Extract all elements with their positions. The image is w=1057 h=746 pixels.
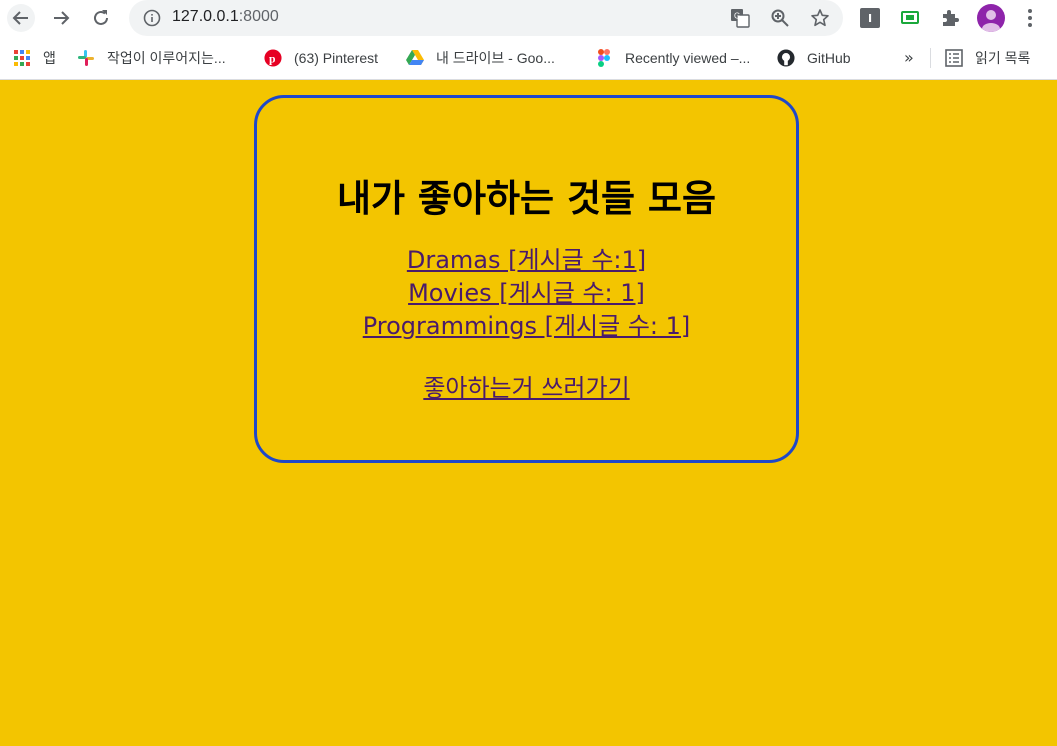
category-link-programmings[interactable]: Programmings [게시글 수: 1] [257,310,796,343]
translate-icon[interactable]: G [730,8,750,28]
browser-toolbar: 127.0.0.1:8000 G I [0,0,1057,36]
svg-text:p: p [269,53,276,66]
bookmark-star-icon[interactable] [810,8,830,28]
reload-icon [94,10,108,25]
extension-screen-button[interactable] [898,6,922,30]
url-text[interactable]: 127.0.0.1:8000 [172,8,279,26]
category-list: Dramas [게시글 수:1] Movies [게시글 수: 1] Progr… [257,244,796,343]
bookmark-label: 앱 [43,50,56,66]
bookmark-label: (63) Pinterest [294,50,379,66]
forward-button[interactable] [47,4,75,32]
user-icon [982,10,1000,32]
reload-button[interactable] [87,4,115,32]
reading-list-label: 읽기 목록 [975,50,1031,66]
reading-list-icon [945,49,963,67]
bookmark-google-drive[interactable]: 내 드라이브 - Goo... [406,46,555,70]
bookmark-slack[interactable]: 작업이 이루어지는... [77,46,226,70]
zoom-icon[interactable] [770,8,790,28]
figma-icon [595,49,613,67]
svg-text:G: G [734,12,740,21]
extension-instapaper-button[interactable]: I [858,6,882,30]
address-bar[interactable]: 127.0.0.1:8000 G [129,0,843,36]
bookmark-pinterest[interactable]: p (63) Pinterest [264,46,378,70]
extensions-button[interactable] [938,6,962,30]
back-button[interactable] [7,4,35,32]
google-drive-icon [406,49,424,67]
info-icon[interactable] [143,9,161,27]
reading-list-button[interactable]: 읽기 목록 [945,46,1030,70]
arrow-right-icon [54,11,70,25]
bookmark-label: GitHub [807,50,851,66]
bookmarks-overflow-button[interactable]: » [904,48,914,67]
bookmark-label: Recently viewed –... [625,50,751,66]
url-host: 127.0.0.1 [172,8,239,25]
category-link-movies[interactable]: Movies [게시글 수: 1] [257,277,796,310]
bookmarks-divider [930,48,931,68]
category-link-dramas[interactable]: Dramas [게시글 수:1] [257,244,796,277]
apps-grid-icon [13,49,31,67]
pinterest-icon: p [264,49,282,67]
slack-icon [77,49,95,67]
bookmark-apps[interactable]: 앱 [13,46,56,70]
url-port: :8000 [238,8,279,25]
bookmark-label: 작업이 이루어지는... [107,50,226,66]
bookmark-label: 내 드라이브 - Goo... [436,50,555,66]
content-card: 내가 좋아하는 것들 모음 Dramas [게시글 수:1] Movies [게… [254,95,799,463]
github-icon [777,49,795,67]
screen-extension-icon [901,11,919,24]
page-title: 내가 좋아하는 것들 모음 [336,177,717,220]
arrow-left-icon [12,11,28,25]
write-post-link[interactable]: 좋아하는거 쓰러가기 [257,368,796,403]
browser-menu-button[interactable] [1020,6,1040,30]
bookmarks-bar: 앱 작업이 이루어지는... p (63) Pinterest 내 드라이브 -… [0,36,1057,80]
profile-avatar[interactable] [977,4,1005,32]
bookmark-figma[interactable]: Recently viewed –... [595,46,750,70]
extension-label: I [860,8,880,28]
bookmark-github[interactable]: GitHub [777,46,851,70]
puzzle-icon [943,10,959,26]
